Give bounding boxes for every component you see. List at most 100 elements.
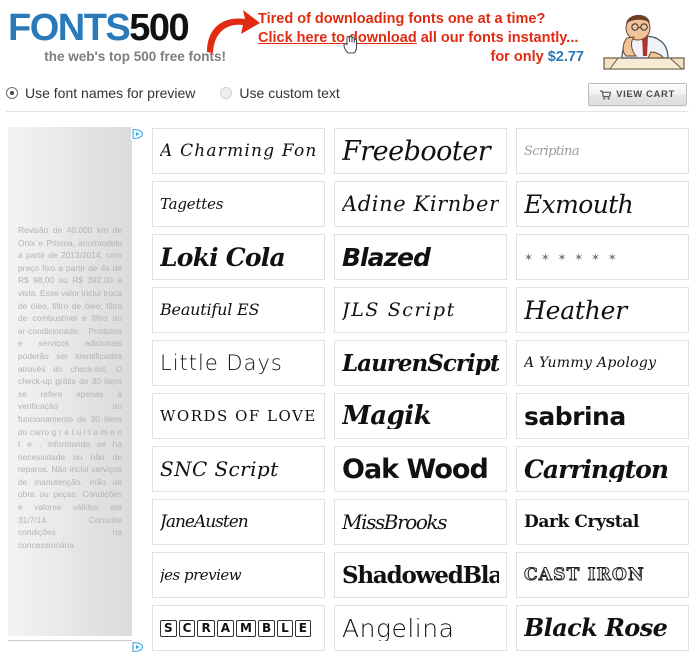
radio-label-custom-text: Use custom text (239, 85, 340, 101)
promo-banner: Tired of downloading fonts one at a time… (258, 10, 588, 67)
font-preview-cell[interactable]: Tagettes (152, 181, 325, 227)
font-preview-cell[interactable]: Exmouth (516, 181, 689, 227)
site-tagline: the web's top 500 free fonts! (44, 49, 226, 64)
font-sample-text: MissBrooks (342, 512, 448, 532)
font-sample-text: SNC Script (160, 459, 279, 479)
font-preview-cell[interactable]: Scriptina (516, 128, 689, 174)
advertisement-bottom-divider (8, 640, 132, 641)
font-preview-cell[interactable]: MissBrooks (334, 499, 507, 545)
scramble-tile: R (197, 619, 215, 637)
advertisement-body-text: Revisão de 40.000 km de Onix e Prisma, a… (18, 225, 122, 550)
font-preview-cell[interactable]: CAST IRON (516, 552, 689, 598)
radio-indicator-custom-text[interactable] (220, 87, 233, 99)
font-sample-text: Magik (342, 403, 432, 429)
font-preview-cell[interactable]: Blazed (334, 234, 507, 280)
font-sample-text: sabrina (524, 403, 626, 429)
font-preview-cell[interactable]: Freebooter (334, 128, 507, 174)
font-preview-cell[interactable]: JaneAusten (152, 499, 325, 545)
font-sample-text: Carrington (524, 456, 669, 482)
adchoices-icon[interactable] (131, 641, 144, 653)
promo-subline-rest: all our fonts instantly... (416, 30, 579, 46)
scramble-tile: A (216, 619, 235, 637)
scramble-tile: S (160, 619, 177, 637)
font-preview-cell[interactable]: WORDS OF LOVE (152, 393, 325, 439)
font-preview-cell[interactable]: ShadowedBlack (334, 552, 507, 598)
font-preview-cell[interactable]: Oak Wood (334, 446, 507, 492)
font-preview-cell[interactable]: jes preview (152, 552, 325, 598)
font-preview-cell[interactable]: Dark Crystal (516, 499, 689, 545)
radio-label-font-names: Use font names for preview (25, 85, 196, 101)
font-preview-cell[interactable]: ✶ ✶ ✶ ✶ ✶ ✶ (516, 234, 689, 280)
font-sample-text: WORDS OF LOVE (160, 408, 317, 424)
font-sample-text: ShadowedBlack (342, 563, 499, 587)
promo-subline: Click here to download all our fonts ins… (258, 29, 588, 48)
font-preview-cell[interactable]: JLS Script (334, 287, 507, 333)
radio-use-font-names[interactable]: Use font names for preview (6, 85, 195, 101)
promo-illustration-bored-man (603, 14, 685, 70)
font-sample-text: Blazed (342, 244, 431, 270)
font-preview-cell[interactable]: Black Rose (516, 605, 689, 651)
font-preview-cell[interactable]: Angelina (334, 605, 507, 651)
font-preview-cell[interactable]: A Charming Font (152, 128, 325, 174)
view-cart-button[interactable]: VIEW CART (588, 83, 687, 106)
font-preview-cell[interactable]: Beautiful ES (152, 287, 325, 333)
radio-indicator-font-names[interactable] (6, 87, 18, 99)
scramble-tile: E (294, 619, 311, 637)
font-sample-text: Beautiful ES (160, 302, 260, 318)
font-sample-text: Dark Crystal (524, 513, 639, 531)
font-preview-cell[interactable]: LaurenScript (334, 340, 507, 386)
logo-secondary-text: 500 (129, 7, 189, 49)
font-sample-text: Oak Wood (342, 455, 489, 483)
page-root: FONTS500 the web's top 500 free fonts! T… (0, 0, 695, 658)
logo-primary-text: FONTS (8, 7, 131, 49)
font-sample-text: Angelina (342, 615, 455, 641)
header-divider (6, 111, 689, 112)
font-sample-text: LaurenScript (342, 351, 499, 375)
font-sample-text: Adine Kirnberg (342, 193, 499, 215)
font-sample-text: Loki Cola (160, 244, 286, 270)
font-preview-cell[interactable]: Loki Cola (152, 234, 325, 280)
font-preview-cell[interactable]: Little Days (152, 340, 325, 386)
promo-headline: Tired of downloading fonts one at a time… (258, 11, 546, 27)
font-sample-text: JLS Script (342, 300, 456, 320)
font-preview-grid: A Charming Font Freebooter Scriptina Tagett… (152, 128, 692, 651)
site-logo[interactable]: FONTS500 the web's top 500 free fonts! (8, 8, 226, 64)
font-preview-cell[interactable]: SCRAMBLE (152, 605, 325, 651)
promo-price-line: for only $2.77 (258, 48, 588, 67)
red-arrow-icon (207, 10, 260, 53)
font-sample-text: CAST IRON (524, 566, 645, 584)
radio-use-custom-text[interactable]: Use custom text (220, 85, 340, 101)
download-all-link[interactable]: Click here to download (258, 30, 417, 46)
font-sample-text: Freebooter (342, 137, 491, 165)
view-cart-label: VIEW CART (616, 89, 675, 100)
promo-price: $2.77 (547, 49, 584, 65)
font-sample-text: Scriptina (524, 144, 580, 158)
site-header: FONTS500 the web's top 500 free fonts! T… (0, 0, 695, 112)
promo-price-prefix: for only (490, 49, 548, 65)
font-preview-cell[interactable]: A Yummy Apology (516, 340, 689, 386)
logo-wordmark: FONTS500 (8, 8, 226, 48)
scramble-tile: M (236, 619, 256, 637)
font-preview-cell[interactable]: SNC Script (152, 446, 325, 492)
font-preview-cell[interactable]: Heather (516, 287, 689, 333)
font-sample-text: A Yummy Apology (524, 356, 657, 370)
font-preview-cell[interactable]: Adine Kirnberg (334, 181, 507, 227)
font-sample-text: Little Days (160, 352, 283, 374)
font-preview-cell[interactable]: Magik (334, 393, 507, 439)
font-sample-text: JaneAusten (160, 513, 249, 531)
left-sidebar-advertisement[interactable]: Revisão de 40.000 km de Onix e Prisma, a… (8, 127, 132, 636)
preview-mode-options: Use font names for preview Use custom te… (6, 85, 340, 101)
font-sample-text: Tagettes (160, 196, 224, 212)
font-sample-text: SCRAMBLE (160, 619, 317, 637)
font-sample-text: Heather (524, 297, 627, 323)
font-sample-text: jes preview (160, 567, 242, 583)
font-sample-text: Black Rose (524, 616, 668, 640)
shopping-cart-icon (600, 89, 612, 100)
font-preview-cell[interactable]: sabrina (516, 393, 689, 439)
font-sample-text: ✶ ✶ ✶ ✶ ✶ ✶ (524, 251, 619, 263)
scramble-tile: L (277, 619, 293, 637)
adchoices-icon[interactable] (131, 128, 144, 140)
scramble-tile: C (178, 619, 196, 637)
font-preview-cell[interactable]: Carrington (516, 446, 689, 492)
font-sample-text: Exmouth (524, 191, 634, 217)
